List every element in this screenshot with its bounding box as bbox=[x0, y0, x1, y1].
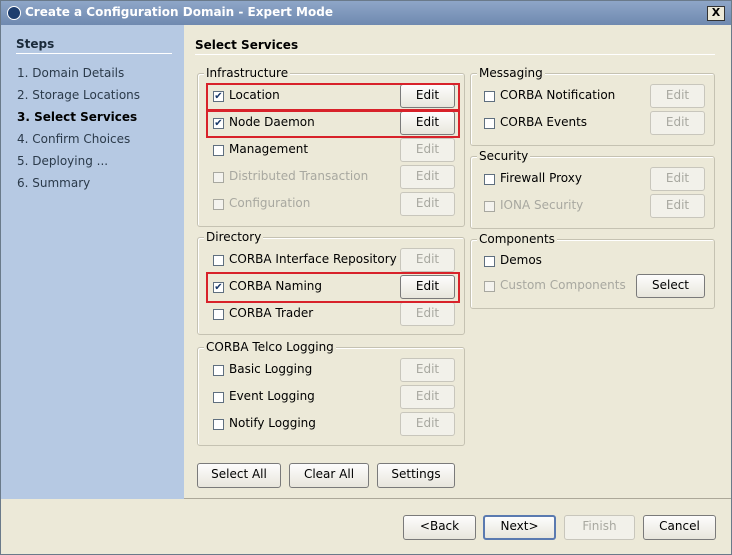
service-label: Custom Components bbox=[500, 278, 626, 292]
checkbox[interactable] bbox=[213, 392, 224, 403]
edit-button[interactable]: Edit bbox=[400, 412, 455, 436]
highlight-box bbox=[206, 272, 460, 303]
bottom-divider bbox=[184, 498, 731, 499]
service-label: IONA Security bbox=[500, 198, 584, 212]
steps-title: Steps bbox=[16, 37, 55, 51]
checkbox[interactable] bbox=[213, 309, 224, 320]
select-all-button[interactable]: Select All bbox=[197, 463, 281, 488]
back-button[interactable]: <Back bbox=[403, 515, 476, 540]
step-item: 6. Summary bbox=[17, 176, 91, 190]
edit-button[interactable]: Edit bbox=[400, 302, 455, 326]
checkbox[interactable] bbox=[213, 255, 224, 266]
highlight-box bbox=[206, 83, 460, 111]
checkbox[interactable] bbox=[213, 419, 224, 430]
edit-button[interactable]: Edit bbox=[400, 192, 455, 216]
checkbox[interactable] bbox=[213, 145, 224, 156]
service-label: CORBA Trader bbox=[229, 306, 314, 320]
group-label: CORBA Telco Logging bbox=[204, 340, 336, 354]
group-label: Infrastructure bbox=[204, 66, 291, 80]
group-label: Components bbox=[477, 232, 557, 246]
step-item: 2. Storage Locations bbox=[17, 88, 141, 102]
select-button[interactable]: Select bbox=[636, 274, 705, 298]
edit-button[interactable]: Edit bbox=[650, 194, 705, 218]
step-item: 1. Domain Details bbox=[17, 66, 125, 80]
edit-button[interactable]: Edit bbox=[650, 84, 705, 108]
edit-button[interactable]: Edit bbox=[400, 165, 455, 189]
service-label: Configuration bbox=[229, 196, 311, 210]
edit-button[interactable]: Edit bbox=[650, 111, 705, 135]
service-label: CORBA Notification bbox=[500, 88, 616, 102]
next-button[interactable]: Next> bbox=[483, 515, 556, 540]
close-button[interactable]: X bbox=[707, 6, 725, 21]
step-item: 4. Confirm Choices bbox=[17, 132, 131, 146]
service-label: Basic Logging bbox=[229, 362, 313, 376]
checkbox bbox=[484, 281, 495, 292]
service-label: Notify Logging bbox=[229, 416, 316, 430]
title-bar[interactable]: Create a Configuration Domain - Expert M… bbox=[1, 1, 731, 25]
checkbox[interactable] bbox=[484, 174, 495, 185]
wizard-window: Create a Configuration Domain - Expert M… bbox=[0, 0, 732, 555]
steps-panel: Steps 1. Domain Details 2. Storage Locat… bbox=[1, 25, 184, 499]
page-title: Select Services bbox=[195, 38, 299, 52]
service-label: Distributed Transaction bbox=[229, 169, 369, 183]
edit-button[interactable]: Edit bbox=[400, 358, 455, 382]
step-item: 5. Deploying ... bbox=[17, 154, 109, 168]
service-label: CORBA Interface Repository bbox=[229, 252, 397, 266]
settings-button[interactable]: Settings bbox=[377, 463, 455, 488]
checkbox[interactable] bbox=[213, 365, 224, 376]
clear-all-button[interactable]: Clear All bbox=[289, 463, 369, 488]
edit-button[interactable]: Edit bbox=[400, 385, 455, 409]
group-label: Messaging bbox=[477, 66, 545, 80]
finish-button[interactable]: Finish bbox=[564, 515, 635, 540]
service-label: Demos bbox=[500, 253, 542, 267]
window-title: Create a Configuration Domain - Expert M… bbox=[25, 5, 333, 19]
highlight-box bbox=[206, 110, 460, 138]
checkbox[interactable] bbox=[484, 256, 495, 267]
app-icon bbox=[7, 6, 21, 20]
edit-button[interactable]: Edit bbox=[400, 248, 455, 272]
checkbox bbox=[484, 201, 495, 212]
step-item-current: 3. Select Services bbox=[17, 110, 138, 124]
service-label: CORBA Events bbox=[500, 115, 588, 129]
group-label: Security bbox=[477, 149, 531, 163]
group-label: Directory bbox=[204, 230, 264, 244]
service-label: Firewall Proxy bbox=[500, 171, 582, 185]
checkbox[interactable] bbox=[484, 91, 495, 102]
title-divider bbox=[195, 54, 715, 55]
service-label: Event Logging bbox=[229, 389, 315, 403]
checkbox[interactable] bbox=[484, 118, 495, 129]
service-label: Management bbox=[229, 142, 309, 156]
checkbox bbox=[213, 199, 224, 210]
steps-divider bbox=[16, 53, 172, 54]
cancel-button[interactable]: Cancel bbox=[643, 515, 716, 540]
checkbox bbox=[213, 172, 224, 183]
edit-button[interactable]: Edit bbox=[650, 167, 705, 191]
edit-button[interactable]: Edit bbox=[400, 138, 455, 162]
